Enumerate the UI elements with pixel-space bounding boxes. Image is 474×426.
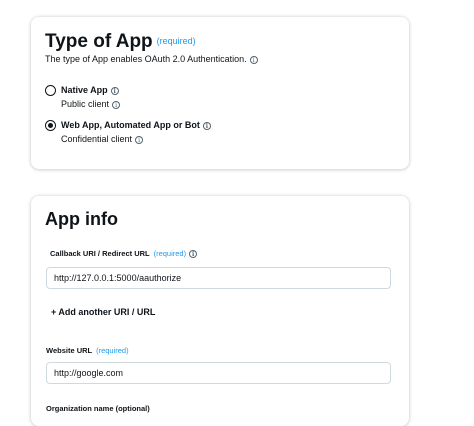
web-app-radio[interactable] [45, 120, 56, 131]
website-url-input[interactable] [46, 362, 391, 384]
website-label-text: Website URL [46, 346, 92, 355]
native-app-title-text: Native App [61, 85, 108, 95]
subtitle-text: The type of App enables OAuth 2.0 Authen… [45, 54, 247, 64]
info-icon[interactable]: i [135, 136, 144, 144]
info-icon[interactable]: i [110, 87, 119, 95]
add-another-uri-button[interactable]: + Add another URI / URL [51, 307, 155, 317]
info-icon[interactable]: i [202, 122, 211, 130]
callback-label-text: Callback URI / Redirect URL [50, 249, 150, 258]
callback-uri-label: Callback URI / Redirect URL (required) i [50, 249, 198, 258]
web-app-title-text: Web App, Automated App or Bot [61, 120, 200, 130]
native-app-subtitle: Public client i [61, 99, 121, 109]
type-of-app-card: Type of App (required) The type of App en… [31, 17, 409, 169]
website-required-badge: (required) [96, 346, 129, 355]
app-info-card: App info Callback URI / Redirect URL (re… [31, 196, 409, 426]
web-app-subtitle-text: Confidential client [61, 134, 133, 144]
web-app-option[interactable]: Web App, Automated App or Bot i Confident… [45, 119, 285, 149]
web-app-subtitle: Confidential client i [61, 134, 144, 144]
app-info-title: App info [45, 209, 118, 229]
callback-uri-input[interactable] [46, 267, 391, 289]
website-url-label: Website URL (required) [46, 346, 129, 355]
web-app-title: Web App, Automated App or Bot i [61, 120, 211, 130]
organization-name-label: Organization name (optional) [46, 404, 150, 413]
info-icon[interactable]: i [112, 101, 121, 109]
native-app-option[interactable]: Native App i Public client i [45, 84, 285, 114]
required-badge: (required) [156, 36, 196, 46]
type-of-app-heading: Type of App (required) [45, 31, 196, 53]
type-of-app-title: Type of App [45, 31, 153, 52]
native-app-subtitle-text: Public client [61, 99, 110, 109]
info-icon[interactable]: i [249, 56, 258, 64]
callback-required-badge: (required) [153, 249, 187, 258]
type-of-app-subtitle: The type of App enables OAuth 2.0 Authen… [45, 54, 258, 64]
native-app-radio[interactable] [45, 85, 56, 96]
info-icon[interactable]: i [189, 250, 198, 258]
native-app-title: Native App i [61, 85, 119, 95]
